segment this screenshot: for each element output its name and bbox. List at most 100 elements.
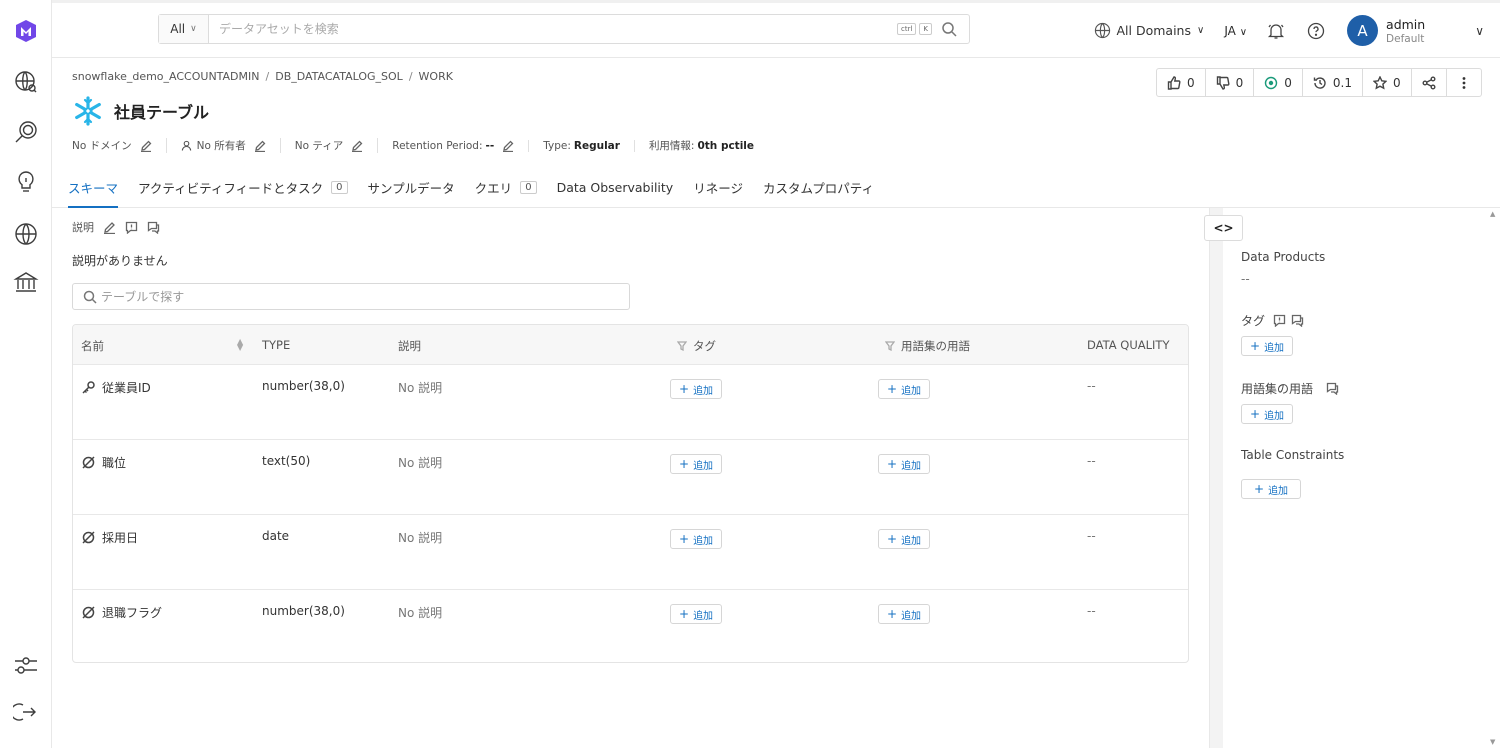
tab-data-observability[interactable]: Data Observability bbox=[557, 166, 674, 208]
null-icon bbox=[82, 531, 95, 544]
type-value: Regular bbox=[573, 139, 620, 152]
chevron-down-icon: ∨ bbox=[1197, 25, 1205, 36]
add-tag-button[interactable]: + 追加 bbox=[670, 529, 723, 549]
scroll-up-icon[interactable]: ▲ bbox=[1490, 210, 1495, 218]
type-label: Type: bbox=[543, 139, 571, 152]
share-button[interactable] bbox=[1412, 69, 1447, 96]
conversation-icon[interactable] bbox=[1326, 382, 1339, 395]
breadcrumb-item-schema[interactable]: WORK bbox=[419, 70, 453, 83]
edit-pencil-icon[interactable] bbox=[103, 221, 116, 234]
avatar[interactable]: A bbox=[1347, 15, 1379, 46]
upvote-button[interactable]: 0 bbox=[1157, 69, 1206, 96]
column-description: No 説明 bbox=[398, 606, 443, 620]
request-description-icon[interactable] bbox=[125, 221, 138, 234]
add-glossary-term-button[interactable]: + 追加 bbox=[878, 529, 931, 549]
plus-icon: + bbox=[679, 382, 690, 396]
user-info[interactable]: admin Default bbox=[1386, 17, 1425, 45]
plus-icon: + bbox=[679, 607, 690, 621]
breadcrumb-item-account[interactable]: snowflake_demo_ACCOUNTADMIN bbox=[72, 70, 260, 83]
user-role: Default bbox=[1386, 32, 1425, 45]
column-header-label: 用語集の用語 bbox=[901, 339, 970, 353]
table-constraints-label: Table Constraints bbox=[1241, 448, 1345, 462]
plus-icon: + bbox=[887, 457, 898, 471]
search-scope-dropdown[interactable]: All ∨ bbox=[159, 15, 209, 43]
sort-icon[interactable]: ▲ ▼ bbox=[237, 338, 243, 352]
conversation-icon[interactable] bbox=[1291, 314, 1304, 327]
tab-custom-properties[interactable]: カスタムプロパティ bbox=[763, 166, 874, 208]
add-tag-button[interactable]: + 追加 bbox=[670, 379, 723, 399]
add-table-tag-button[interactable]: + 追加 bbox=[1241, 336, 1294, 356]
more-options-button[interactable] bbox=[1447, 69, 1481, 96]
breadcrumb-item-database[interactable]: DB_DATACATALOG_SOL bbox=[275, 70, 403, 83]
null-icon bbox=[82, 606, 95, 619]
domains-dropdown[interactable]: All Domains ∨ bbox=[1094, 22, 1205, 39]
add-label: 追加 bbox=[693, 535, 714, 547]
language-dropdown[interactable]: JA ∨ bbox=[1224, 24, 1247, 38]
edit-pencil-icon[interactable] bbox=[140, 140, 152, 152]
downvote-button[interactable]: 0 bbox=[1206, 69, 1255, 96]
insights-icon[interactable] bbox=[11, 117, 41, 147]
tab-label: サンプルデータ bbox=[367, 180, 455, 196]
share-icon bbox=[1422, 76, 1436, 89]
explore-icon[interactable] bbox=[11, 67, 41, 97]
right-scrollbar[interactable]: ▲ ▼ bbox=[1488, 208, 1498, 748]
owner-meta: No 所有者 bbox=[181, 138, 281, 153]
logout-icon[interactable] bbox=[11, 697, 41, 727]
breadcrumb-separator: / bbox=[265, 70, 270, 83]
thumbs-down-icon bbox=[1216, 75, 1230, 90]
search-input[interactable] bbox=[209, 15, 897, 43]
panel-collapse-toggle[interactable]: <> bbox=[1204, 215, 1243, 241]
tab-schema[interactable]: スキーマ bbox=[68, 166, 119, 208]
conversation-icon[interactable] bbox=[147, 221, 160, 234]
data-quality-value: -- bbox=[1087, 529, 1096, 543]
table-row: 従業員ID number(38,0) No 説明 + 追加 + 追加 -- bbox=[73, 365, 1188, 440]
column-name-cell: 退職フラグ bbox=[81, 604, 162, 621]
add-tag-button[interactable]: + 追加 bbox=[670, 454, 723, 474]
add-table-glossary-button[interactable]: + 追加 bbox=[1241, 404, 1294, 424]
filter-icon[interactable] bbox=[885, 341, 895, 351]
tab-activity-feed[interactable]: アクティビティフィードとタスク 0 bbox=[138, 166, 348, 208]
add-glossary-term-button[interactable]: + 追加 bbox=[878, 379, 931, 399]
add-glossary-term-button[interactable]: + 追加 bbox=[878, 604, 931, 624]
governance-bank-icon[interactable] bbox=[11, 268, 41, 298]
history-icon bbox=[1313, 76, 1326, 89]
tab-sample-data[interactable]: サンプルデータ bbox=[368, 166, 455, 208]
app-logo-icon[interactable] bbox=[11, 16, 41, 46]
tab-lineage[interactable]: リネージ bbox=[693, 166, 743, 208]
edit-pencil-icon[interactable] bbox=[254, 140, 266, 152]
settings-sliders-icon[interactable] bbox=[11, 650, 41, 680]
edit-pencil-icon[interactable] bbox=[351, 140, 363, 152]
request-tags-icon[interactable] bbox=[1273, 314, 1286, 327]
add-glossary-term-button[interactable]: + 追加 bbox=[878, 454, 931, 474]
add-label: 追加 bbox=[901, 460, 922, 472]
add-tag-button[interactable]: + 追加 bbox=[670, 604, 723, 624]
bell-icon[interactable] bbox=[1267, 22, 1285, 40]
user-menu-chevron-icon[interactable]: ∨ bbox=[1475, 24, 1484, 38]
add-table-constraint-button[interactable]: + 追加 bbox=[1241, 479, 1302, 499]
follow-star-button[interactable]: 0 bbox=[1363, 69, 1412, 96]
filter-icon[interactable] bbox=[677, 341, 687, 351]
retention-value: -- bbox=[485, 139, 495, 152]
table-search-input[interactable] bbox=[101, 289, 629, 304]
edit-pencil-icon[interactable] bbox=[502, 140, 514, 152]
tasks-button[interactable]: 0 bbox=[1254, 69, 1303, 96]
help-icon[interactable] bbox=[1307, 22, 1325, 40]
tab-queries[interactable]: クエリ 0 bbox=[475, 166, 537, 208]
scroll-down-icon[interactable]: ▼ bbox=[1490, 738, 1495, 746]
search-icon[interactable] bbox=[941, 21, 957, 37]
column-header-name[interactable]: 名前 bbox=[81, 338, 104, 354]
entity-meta-row: No ドメイン No 所有者 No ティア Retention Period: … bbox=[72, 138, 782, 153]
column-header-label: TYPE bbox=[262, 338, 291, 352]
task-circle-icon bbox=[1265, 76, 1278, 89]
data-quality-value: -- bbox=[1087, 379, 1096, 393]
lightbulb-icon[interactable] bbox=[11, 167, 41, 197]
search-icon bbox=[83, 290, 97, 304]
kbd-ctrl: ctrl bbox=[896, 23, 917, 35]
column-type: date bbox=[262, 529, 290, 543]
domains-globe-icon[interactable] bbox=[11, 219, 41, 249]
panel-resize-handle[interactable] bbox=[1209, 208, 1223, 748]
tier-value: No ティア bbox=[294, 140, 344, 152]
version-button[interactable]: 0.1 bbox=[1303, 69, 1364, 96]
key-icon bbox=[82, 381, 95, 394]
data-products-label: Data Products bbox=[1241, 250, 1326, 264]
